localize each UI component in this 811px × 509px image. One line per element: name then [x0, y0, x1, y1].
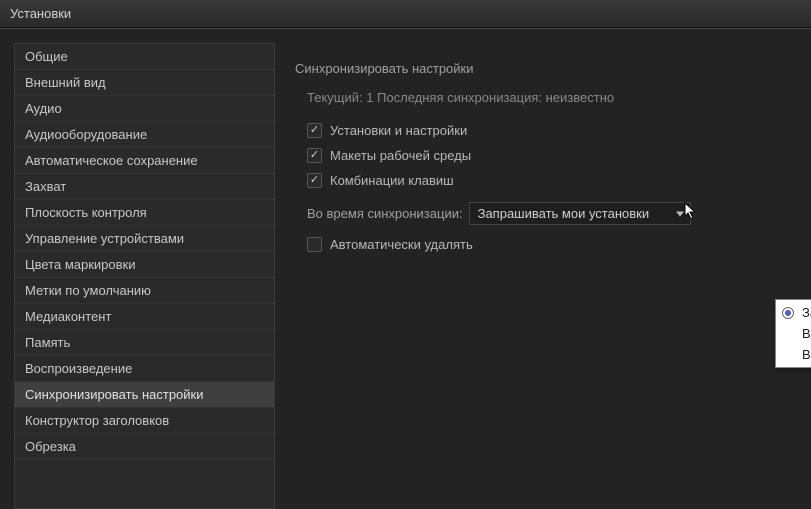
window-title: Установки [10, 6, 71, 21]
sidebar-item[interactable]: Воспроизведение [15, 356, 274, 382]
checkbox[interactable] [307, 148, 322, 163]
sync-mode-value: Запрашивать мои установки [478, 206, 650, 221]
sidebar-item[interactable]: Синхронизировать настройки [15, 382, 274, 408]
content-area: ОбщиеВнешний видАудиоАудиооборудованиеАв… [0, 28, 811, 509]
sidebar-item[interactable]: Плоскость контроля [15, 200, 274, 226]
sidebar-item[interactable]: Общие [15, 44, 274, 70]
sync-mode-popup: Запрашивать мои установки Всегда передава… [775, 299, 811, 368]
sidebar-item[interactable]: Метки по умолчанию [15, 278, 274, 304]
dropdown-option[interactable]: Всегда передавать настройки [778, 323, 811, 344]
dropdown-option-label: Всегда загружать настройки [802, 347, 811, 362]
sidebar-item[interactable]: Захват [15, 174, 274, 200]
settings-window: Установки ОбщиеВнешний видАудиоАудиообор… [0, 0, 811, 509]
sidebar-item[interactable]: Управление устройствами [15, 226, 274, 252]
sidebar-item[interactable]: Автоматическое сохранение [15, 148, 274, 174]
sidebar-item[interactable]: Память [15, 330, 274, 356]
mouse-cursor-icon [684, 202, 700, 225]
radio-selected-icon [782, 307, 794, 319]
chevron-down-icon [676, 211, 684, 216]
checkbox-label: Комбинации клавиш [330, 173, 454, 188]
checkbox-label: Макеты рабочей среды [330, 148, 471, 163]
section-title: Синхронизировать настройки [295, 61, 791, 76]
sync-mode-row: Во время синхронизации: Запрашивать мои … [295, 202, 791, 225]
checkbox-label: Установки и настройки [330, 123, 467, 138]
checkbox[interactable] [307, 123, 322, 138]
sidebar-item[interactable]: Внешний вид [15, 70, 274, 96]
sync-status: Текущий: 1 Последняя синхронизация: неиз… [295, 90, 791, 105]
sidebar-item[interactable]: Медиаконтент [15, 304, 274, 330]
sidebar-item[interactable]: Обрезка [15, 434, 274, 460]
checkbox[interactable] [307, 173, 322, 188]
sidebar: ОбщиеВнешний видАудиоАудиооборудованиеАв… [14, 43, 275, 509]
titlebar: Установки [0, 0, 811, 28]
sidebar-item[interactable]: Цвета маркировки [15, 252, 274, 278]
auto-delete-row: Автоматически удалять [295, 237, 791, 252]
sync-mode-dropdown[interactable]: Запрашивать мои установки [469, 202, 691, 225]
radio-spacer [782, 349, 794, 361]
check-row: Установки и настройки [295, 123, 791, 138]
check-row: Комбинации клавиш [295, 173, 791, 188]
dropdown-option-label: Всегда передавать настройки [802, 326, 811, 341]
radio-spacer [782, 328, 794, 340]
auto-delete-checkbox[interactable] [307, 237, 322, 252]
sidebar-item[interactable]: Аудио [15, 96, 274, 122]
main-panel: Синхронизировать настройки Текущий: 1 По… [275, 43, 811, 509]
dropdown-option[interactable]: Всегда загружать настройки [778, 344, 811, 365]
sync-mode-label: Во время синхронизации: [307, 206, 463, 221]
auto-delete-label: Автоматически удалять [330, 237, 473, 252]
dropdown-option[interactable]: Запрашивать мои установки [778, 302, 811, 323]
dropdown-option-label: Запрашивать мои установки [802, 305, 811, 320]
check-row: Макеты рабочей среды [295, 148, 791, 163]
sidebar-item[interactable]: Аудиооборудование [15, 122, 274, 148]
sidebar-item[interactable]: Конструктор заголовков [15, 408, 274, 434]
